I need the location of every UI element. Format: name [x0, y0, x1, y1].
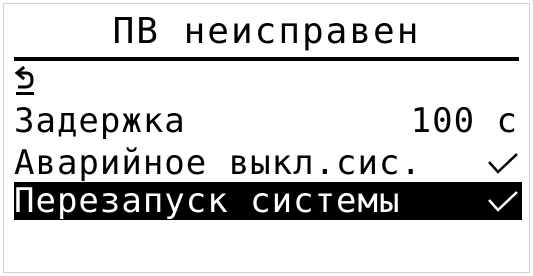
checkmark-icon [488, 191, 518, 212]
menu-item-delay[interactable]: Задержка 100 с [14, 102, 522, 140]
menu-item-label: Задержка [14, 101, 186, 141]
menu-item-emergency-shutdown[interactable]: Аварийное выкл.сис. [14, 144, 522, 182]
menu-item-label: Перезапуск системы [14, 181, 401, 221]
page-title: ПВ неисправен [112, 11, 421, 52]
checkmark-icon [488, 153, 518, 174]
menu-item-label: Аварийное выкл.сис. [14, 143, 422, 183]
back-arrow-icon [14, 66, 34, 95]
display-screen: ПВ неисправен Задержка 100 с Аварийное в… [3, 3, 530, 273]
delay-value: 100 с [410, 101, 518, 141]
back-button[interactable] [14, 66, 54, 96]
title-divider [14, 57, 519, 61]
menu-item-system-restart[interactable]: Перезапуск системы [14, 182, 522, 220]
